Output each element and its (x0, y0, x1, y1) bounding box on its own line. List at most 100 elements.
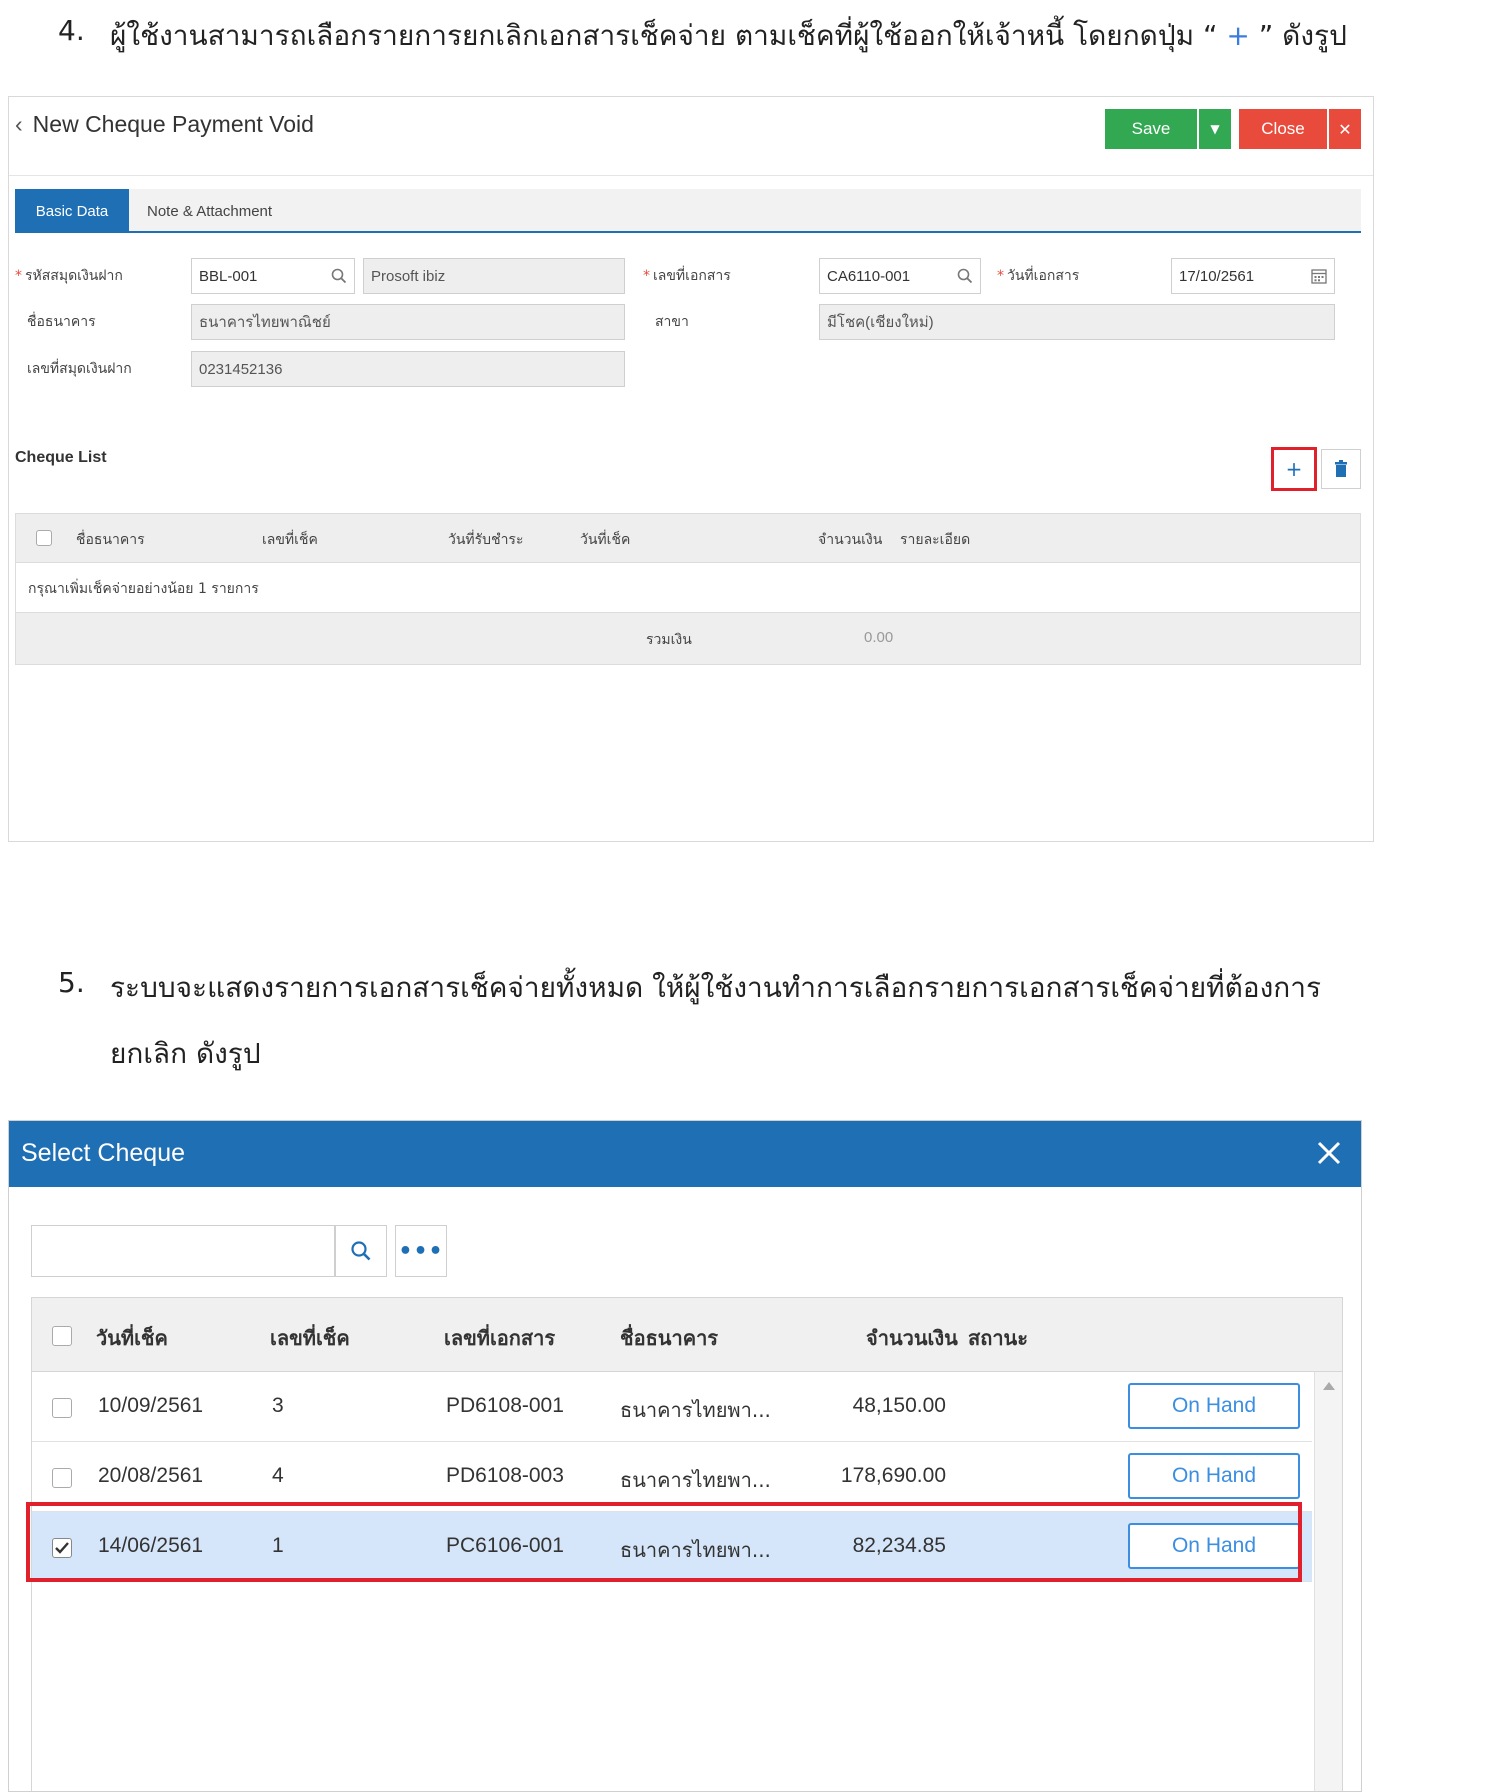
search-icon[interactable] (956, 267, 974, 285)
close-button[interactable]: Close (1239, 109, 1327, 149)
header-detail: รายละเอียด (900, 532, 971, 548)
cell-cheque-no: 1 (272, 1534, 284, 1557)
cell-doc-no: PC6106-001 (446, 1534, 564, 1557)
cell-bank-name: ธนาคารไทยพา... (620, 1468, 771, 1492)
title-text: New Cheque Payment Void (32, 111, 314, 137)
status-badge[interactable]: On Hand (1128, 1523, 1300, 1569)
cell-cheque-date: 20/08/2561 (98, 1464, 204, 1487)
step-text-line1: ระบบจะแสดงรายการเอกสารเช็คจ่ายทั้งหมด ให… (110, 971, 1321, 1004)
header-cheque-no: เลขที่เช็ค (270, 1326, 350, 1350)
passbook-no-input: 0231452136 (191, 351, 625, 387)
header-bank-name: ชื่อธนาคาร (76, 532, 145, 548)
header-cheque-no: เลขที่เช็ค (262, 532, 318, 548)
input-value: CA6110-001 (827, 267, 911, 285)
doc-no-label: * เลขที่เอกสาร (643, 265, 731, 287)
empty-message: กรุณาเพิ่มเช็คจ่ายอย่างน้อย 1 รายการ (28, 581, 259, 597)
save-dropdown-button[interactable]: ▼ (1199, 109, 1231, 149)
header-bank-name: ชื่อธนาคาร (620, 1326, 719, 1350)
input-value: 17/10/2561 (1179, 267, 1255, 285)
cheque-list-footer: รวมเงิน 0.00 (15, 613, 1361, 665)
header-amount: จำนวนเงิน (866, 1326, 958, 1350)
step-text: ผู้ใช้งานสามารถเลือกรายการยกเลิกเอกสารเช… (110, 14, 1347, 58)
required-marker: * (643, 268, 650, 284)
header-divider (9, 175, 1373, 176)
more-options-button[interactable]: ••• (395, 1225, 447, 1277)
delete-cheque-button[interactable] (1321, 449, 1361, 489)
plus-icon: + (1285, 457, 1303, 481)
save-button[interactable]: Save (1105, 109, 1197, 149)
total-value: 0.00 (864, 629, 894, 646)
header-doc-no: เลขที่เอกสาร (444, 1326, 556, 1350)
scroll-up-arrow-icon[interactable] (1323, 1382, 1335, 1390)
passbook-no-label: เลขที่สมุดเงินฝาก (27, 361, 132, 377)
required-marker: * (997, 268, 1004, 284)
doc-no-input[interactable]: CA6110-001 (819, 258, 981, 294)
cell-cheque-date: 10/09/2561 (98, 1394, 204, 1417)
passbook-name-input: Prosoft ibiz (363, 258, 625, 294)
cheque-grid: วันที่เช็ค เลขที่เช็ค เลขที่เอกสาร ชื่อธ… (31, 1297, 1343, 1791)
cheque-list-header: ชื่อธนาคาร เลขที่เช็ค วันที่รับชำระ วันท… (15, 513, 1361, 563)
search-icon[interactable] (330, 267, 348, 285)
step-text-b: ” ดังรูป (1258, 19, 1347, 52)
row-checkbox[interactable] (52, 1468, 72, 1488)
chevron-left-icon[interactable]: ‹ (15, 111, 23, 137)
select-cheque-dialog: Select Cheque ••• วันที่เช็ค เลขที่เช็ค … (8, 1120, 1362, 1792)
select-all-checkbox[interactable] (36, 530, 52, 546)
tab-note-attachment[interactable]: Note & Attachment (147, 189, 272, 233)
checkmark-icon (55, 1542, 69, 1554)
header-cheque-date: วันที่เช็ค (580, 532, 631, 548)
close-x-button[interactable]: ✕ (1329, 109, 1361, 149)
close-icon[interactable] (1313, 1137, 1345, 1169)
dialog-title: Select Cheque (21, 1139, 186, 1167)
cell-doc-no: PD6108-001 (446, 1394, 564, 1417)
doc-date-label: * วันที่เอกสาร (997, 265, 1079, 287)
bank-name-input: ธนาคารไทยพาณิชย์ (191, 304, 625, 340)
page-title: ‹ New Cheque Payment Void (15, 111, 314, 138)
label-text: เลขที่เอกสาร (653, 268, 731, 284)
step-number: 5. (58, 966, 85, 999)
cell-bank-name: ธนาคารไทยพา... (620, 1398, 771, 1422)
grid-header: วันที่เช็ค เลขที่เช็ค เลขที่เอกสาร ชื่อธ… (32, 1298, 1342, 1372)
dialog-header: Select Cheque (9, 1121, 1361, 1187)
close-icon: ✕ (1338, 119, 1352, 139)
branch-input: มีโชค(เชียงใหม่) (819, 304, 1335, 340)
table-row[interactable]: 10/09/2561 3 PD6108-001 ธนาคารไทยพา... 4… (32, 1372, 1312, 1442)
plus-symbol: + (1226, 19, 1250, 52)
cell-amount: 82,234.85 (852, 1534, 946, 1557)
tab-basic-data[interactable]: Basic Data (15, 189, 129, 233)
cell-cheque-date: 14/06/2561 (98, 1534, 204, 1557)
step-text-a: ผู้ใช้งานสามารถเลือกรายการยกเลิกเอกสารเช… (110, 19, 1218, 52)
cell-cheque-no: 3 (272, 1394, 284, 1417)
row-checkbox[interactable] (52, 1398, 72, 1418)
search-icon (351, 1241, 371, 1261)
table-row[interactable]: 20/08/2561 4 PD6108-003 ธนาคารไทยพา... 1… (32, 1442, 1312, 1512)
required-marker: * (15, 268, 22, 284)
empty-row: กรุณาเพิ่มเช็คจ่ายอย่างน้อย 1 รายการ (15, 563, 1361, 613)
row-checkbox-checked[interactable] (52, 1538, 72, 1558)
table-row-selected[interactable]: 14/06/2561 1 PC6106-001 ธนาคารไทยพา... 8… (32, 1512, 1312, 1582)
calendar-icon[interactable] (1310, 267, 1328, 285)
step-text-line2: ยกเลิก ดังรูป (110, 1037, 261, 1070)
caret-down-icon: ▼ (1210, 122, 1220, 136)
header-cheque-date: วันที่เช็ค (96, 1326, 168, 1350)
label-text: รหัสสมุดเงินฝาก (25, 268, 123, 284)
header-amount: จำนวนเงิน (818, 532, 883, 548)
status-badge[interactable]: On Hand (1128, 1453, 1300, 1499)
input-value: BBL-001 (199, 267, 258, 285)
branch-label: สาขา (655, 314, 689, 330)
search-button[interactable] (335, 1225, 387, 1277)
header-payment-date: วันที่รับชำระ (448, 532, 524, 548)
label-text: วันที่เอกสาร (1007, 268, 1080, 284)
vertical-scrollbar[interactable] (1314, 1372, 1342, 1791)
select-all-checkbox[interactable] (52, 1326, 72, 1346)
trash-icon (1335, 460, 1347, 477)
doc-date-input[interactable]: 17/10/2561 (1171, 258, 1335, 294)
add-cheque-button[interactable]: + (1271, 447, 1317, 491)
total-label: รวมเงิน (646, 632, 692, 648)
passbook-code-input[interactable]: BBL-001 (191, 258, 355, 294)
cheque-list-title: Cheque List (15, 449, 107, 466)
step-number: 4. (58, 14, 85, 47)
status-badge[interactable]: On Hand (1128, 1383, 1300, 1429)
ellipsis-icon: ••• (398, 1238, 444, 1264)
search-input[interactable] (31, 1225, 335, 1277)
